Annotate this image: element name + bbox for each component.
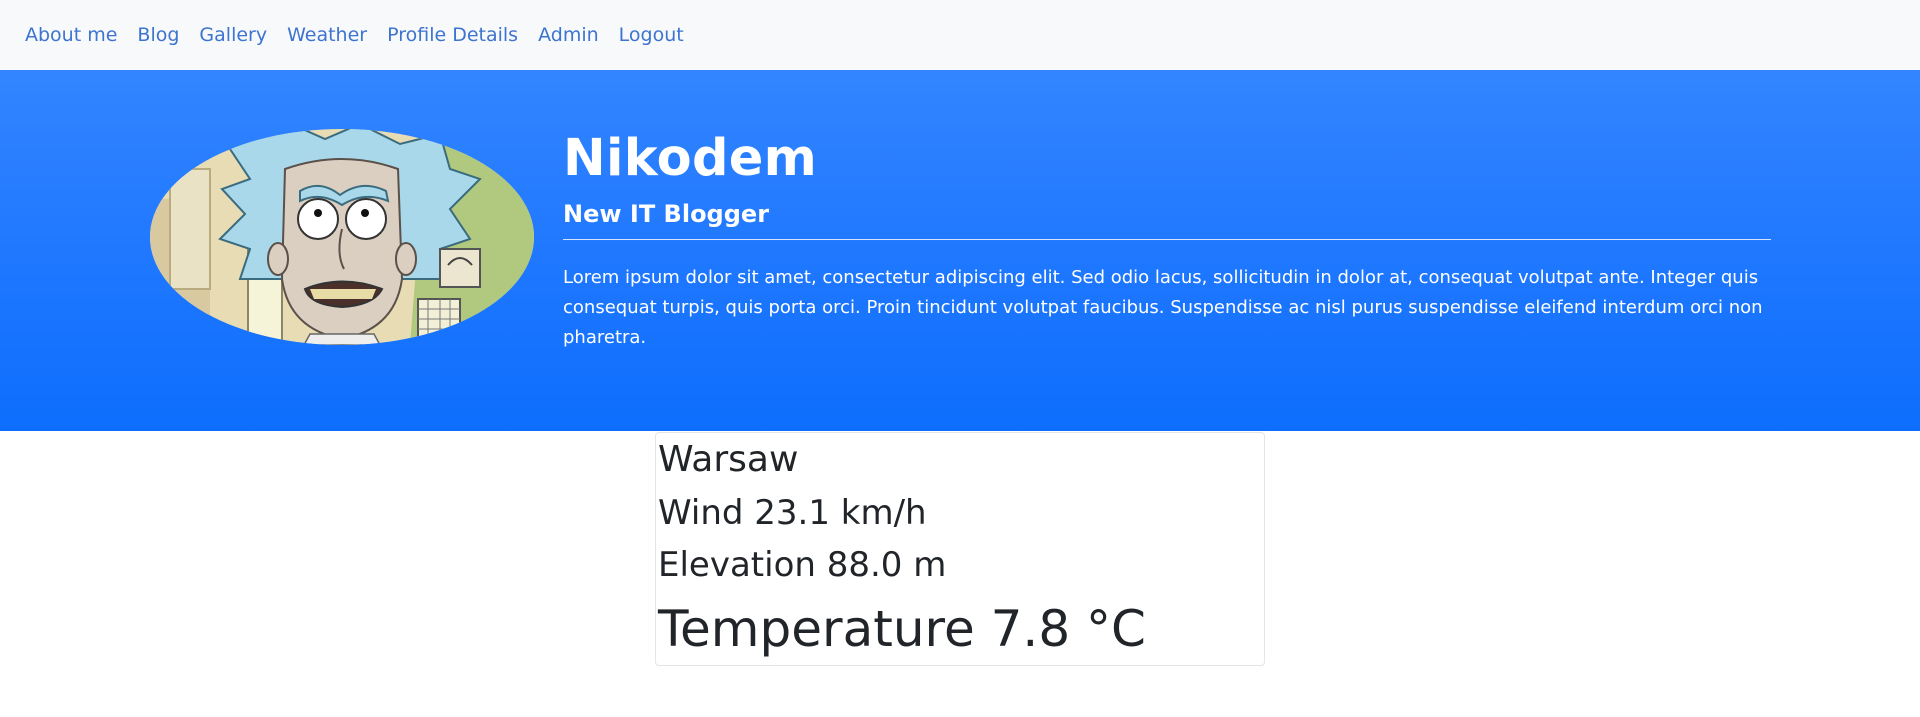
weather-elevation: Elevation 88.0 m	[658, 545, 947, 585]
nav-profile-details[interactable]: Profile Details	[387, 24, 518, 46]
weather-card: Warsaw Wind 23.1 km/h Elevation 88.0 m T…	[655, 432, 1265, 666]
nav-about-me[interactable]: About me	[25, 24, 117, 46]
weather-wind: Wind 23.1 km/h	[658, 493, 927, 533]
nav-logout[interactable]: Logout	[619, 24, 684, 46]
nav-gallery[interactable]: Gallery	[199, 24, 267, 46]
nav-admin[interactable]: Admin	[538, 24, 599, 46]
nav-blog[interactable]: Blog	[137, 24, 179, 46]
profile-hero: Nikodem New IT Blogger Lorem ipsum dolor…	[0, 70, 1920, 431]
profile-name: Nikodem	[563, 129, 818, 188]
top-navbar: About me Blog Gallery Weather Profile De…	[0, 0, 1920, 70]
nav-weather[interactable]: Weather	[287, 24, 367, 46]
weather-temperature: Temperature 7.8 °C	[658, 600, 1146, 658]
profile-bio: Lorem ipsum dolor sit amet, consectetur …	[563, 267, 1763, 348]
cartoon-portrait-image	[150, 129, 534, 345]
profile-subtitle: New IT Blogger	[563, 200, 770, 228]
weather-city: Warsaw	[658, 439, 799, 480]
profile-text: Nikodem New IT Blogger Lorem ipsum dolor…	[563, 130, 1771, 353]
divider	[563, 239, 1771, 240]
avatar	[150, 129, 534, 345]
